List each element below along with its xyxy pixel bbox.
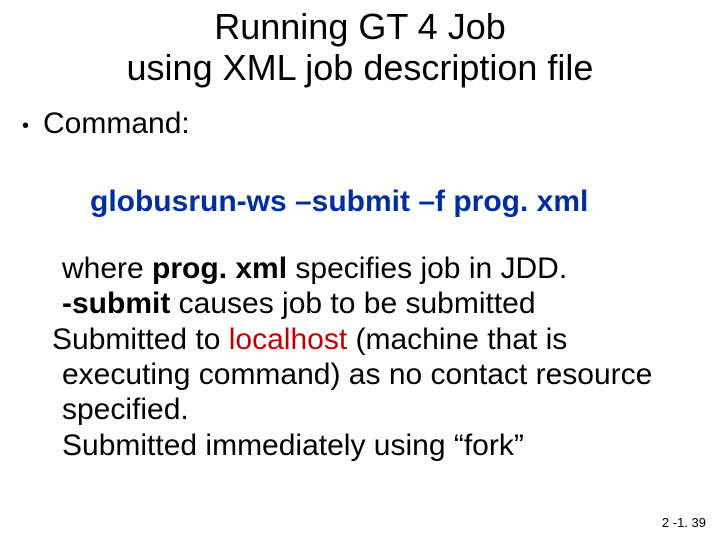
slide: Running GT 4 Job using XML job descripti… — [0, 0, 720, 540]
bullet-command: • Command: — [0, 107, 720, 145]
t: specifies job in JDD. — [287, 252, 567, 285]
bullet-dot-icon: • — [22, 107, 43, 145]
slide-title: Running GT 4 Job using XML job descripti… — [0, 0, 720, 89]
localhost-red: localhost — [229, 323, 347, 356]
title-line-1: Running GT 4 Job — [214, 6, 506, 47]
t: where — [62, 252, 152, 285]
t: Submitted to — [52, 323, 229, 356]
command-line: globusrun-ws –submit –f prog. xml — [0, 185, 720, 219]
body-line-6: Submitted immediately using “fork” — [42, 428, 700, 463]
body-text: where prog. xml specifies job in JDD. -s… — [0, 251, 720, 463]
body-line-3: Submitted to localhost (machine that is — [42, 322, 700, 357]
bullet-label: Command: — [43, 107, 190, 141]
body-line-5: specified. — [42, 392, 700, 427]
body-line-4: executing command) as no contact resourc… — [42, 357, 700, 392]
body-line-1: where prog. xml specifies job in JDD. — [42, 251, 700, 286]
t: causes job to be submitted — [170, 287, 535, 320]
prog-xml-bold: prog. xml — [152, 252, 287, 285]
submit-bold: -submit — [62, 287, 170, 320]
body-line-2: -submit causes job to be submitted — [42, 286, 700, 321]
title-line-2: using XML job description file — [127, 47, 594, 88]
t: (machine that is — [347, 323, 567, 356]
page-number: 2 -1. 39 — [662, 515, 706, 530]
